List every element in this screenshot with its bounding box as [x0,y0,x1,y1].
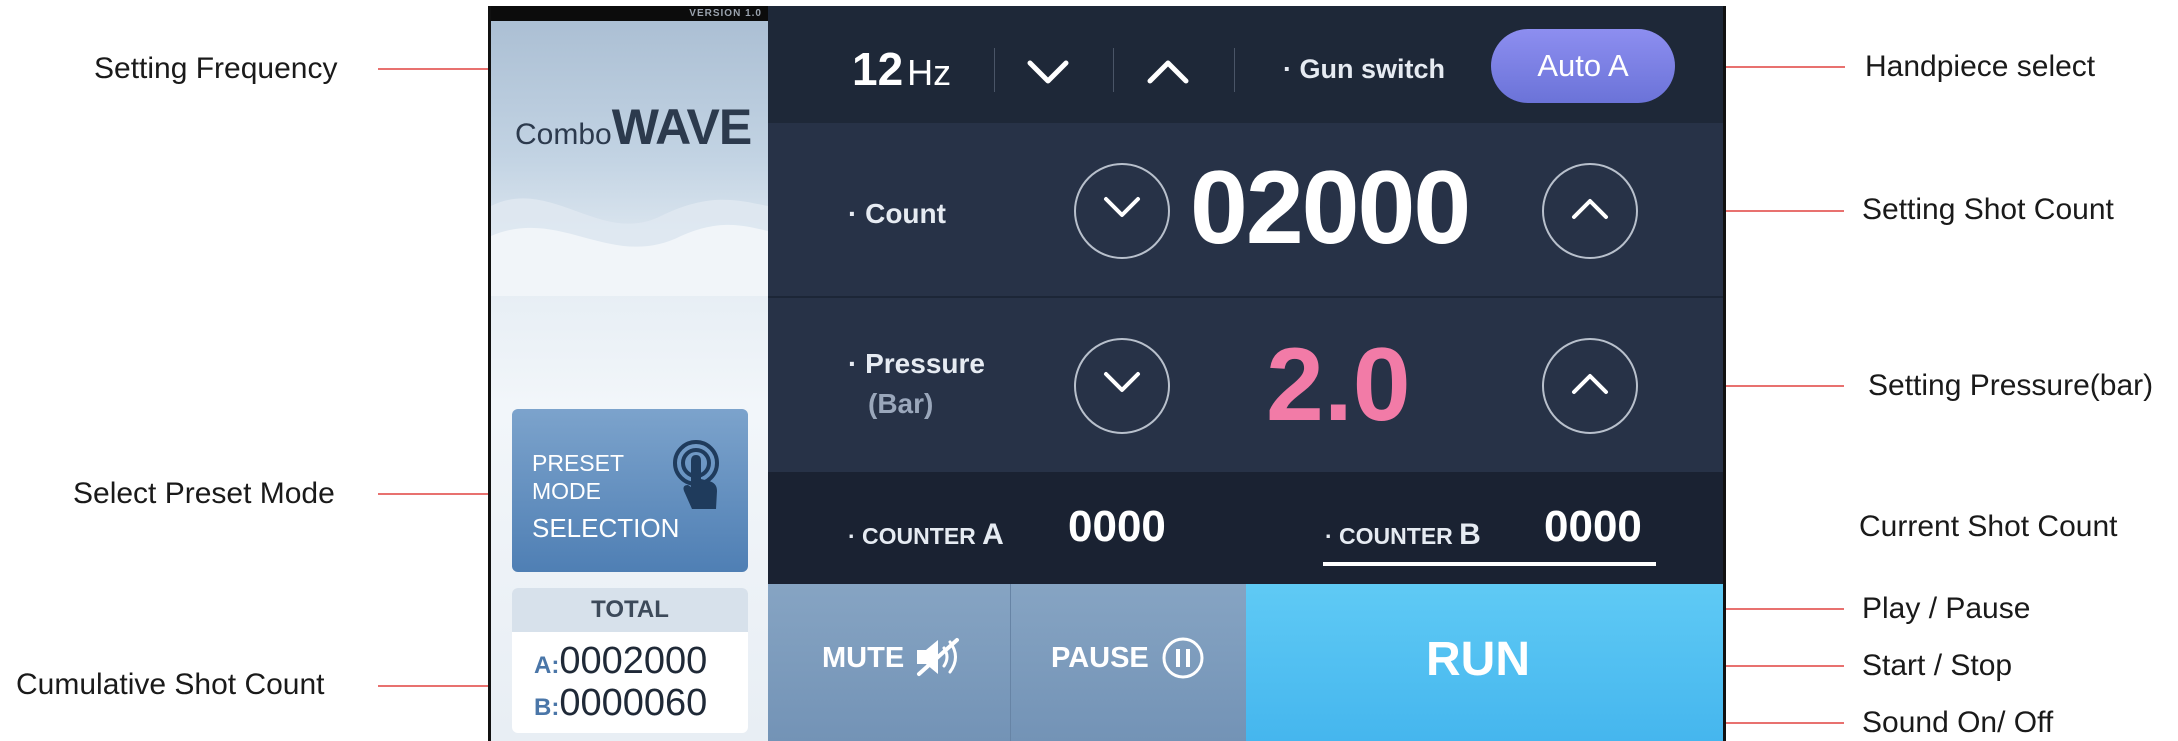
sidebar: VERSION 1.0 ComboWAVE PRESET MODE SELECT… [491,6,768,741]
preset-label: PRESET MODE [532,449,624,505]
touch-hand-icon [673,440,719,509]
counter-b-prefix: · COUNTER [1325,523,1453,549]
gun-switch-label: · Gun switch [1283,54,1445,84]
preset-line-2: MODE [532,478,601,504]
annotation-setting-frequency: Setting Frequency [94,52,338,85]
count-up-button[interactable] [1542,163,1638,259]
total-shot-counter: TOTAL A:0002000 B:0000060 [512,588,748,733]
handpiece-select-button[interactable]: Auto A [1491,29,1675,103]
annotation-select-preset-mode: Select Preset Mode [73,477,335,510]
divider [1113,48,1114,92]
counter-a-letter: A [982,518,1004,551]
frequency-up-button[interactable] [1146,58,1190,86]
device-screen: VERSION 1.0 ComboWAVE PRESET MODE SELECT… [488,6,1726,741]
counter-b-value: 0000 [1544,502,1642,551]
annotation-play-pause: Play / Pause [1862,592,2031,625]
annotation-cumulative-shot-count: Cumulative Shot Count [16,668,325,701]
divider [994,48,995,92]
speaker-muted-icon [917,638,959,676]
brand-logo: ComboWAVE [515,98,753,156]
counter-b-letter: B [1459,518,1481,551]
count-value: 02000 [1190,150,1471,266]
pause-circle-icon [1162,637,1204,679]
run-button[interactable]: RUN [1246,584,1723,741]
annotation-start-stop: Start / Stop [1862,649,2013,682]
frequency-value: 12 [852,43,904,95]
chevron-down-icon [1104,197,1140,217]
pressure-value: 2.0 [1266,327,1411,443]
mute-label: MUTE [822,642,905,674]
counter-a-label: · COUNTER A [848,518,1004,552]
total-b-value: 0000060 [559,682,708,724]
frequency-down-button[interactable] [1026,58,1070,86]
total-b-row: B:0000060 [534,682,707,725]
total-a-key: A: [534,652,560,679]
total-header: TOTAL [512,588,748,632]
chevron-down-icon [1104,372,1140,392]
logo-wave: WAVE [611,99,753,155]
count-label: · Count [848,198,946,229]
counter-a-value: 0000 [1068,502,1166,551]
pause-label: PAUSE [1051,642,1149,674]
divider [1234,48,1235,92]
frequency-display: 12 Hz [852,42,951,96]
total-b-key: B: [534,694,560,721]
preset-selection-label: SELECTION [532,513,680,543]
total-a-value: 0002000 [559,640,708,682]
counter-b-selected-underline [1323,562,1656,566]
logo-combo: Combo [515,118,612,151]
pressure-up-button[interactable] [1542,338,1638,434]
run-label: RUN [1426,633,1530,686]
pressure-label: · Pressure [848,348,985,379]
annotation-setting-shot-count: Setting Shot Count [1862,193,2114,226]
mute-button[interactable]: MUTE [768,584,1010,741]
count-row: · Count 02000 [768,123,1723,296]
counter-b-label[interactable]: · COUNTER B [1325,518,1481,552]
pressure-unit: (Bar) [868,388,933,420]
pressure-row: · Pressure (Bar) 2.0 [768,298,1723,472]
pressure-down-button[interactable] [1074,338,1170,434]
frequency-row: 12 Hz · Gun switch Auto A [768,6,1723,123]
chevron-up-icon [1572,374,1608,394]
chevron-up-icon [1572,199,1608,219]
annotation-setting-pressure: Setting Pressure(bar) [1868,369,2154,402]
pause-button[interactable]: PAUSE [1010,584,1246,741]
preset-line-1: PRESET [532,450,625,476]
annotation-sound-on-off: Sound On/ Off [1862,706,2054,739]
annotation-handpiece-select: Handpiece select [1865,50,2096,83]
total-a-row: A:0002000 [534,640,707,683]
control-bar: MUTE PAUSE RUN [768,584,1723,741]
frequency-unit: Hz [907,52,952,93]
preset-mode-button[interactable]: PRESET MODE SELECTION [512,409,748,572]
counter-a-prefix: · COUNTER [848,523,976,549]
version-label: VERSION 1.0 [491,6,768,21]
annotation-current-shot-count: Current Shot Count [1859,510,2118,543]
count-down-button[interactable] [1074,163,1170,259]
wave-decoration [491,198,768,296]
pressure-unit-text: (Bar) [868,388,934,419]
counters-row: · COUNTER A 0000 · COUNTER B 0000 [768,472,1723,584]
